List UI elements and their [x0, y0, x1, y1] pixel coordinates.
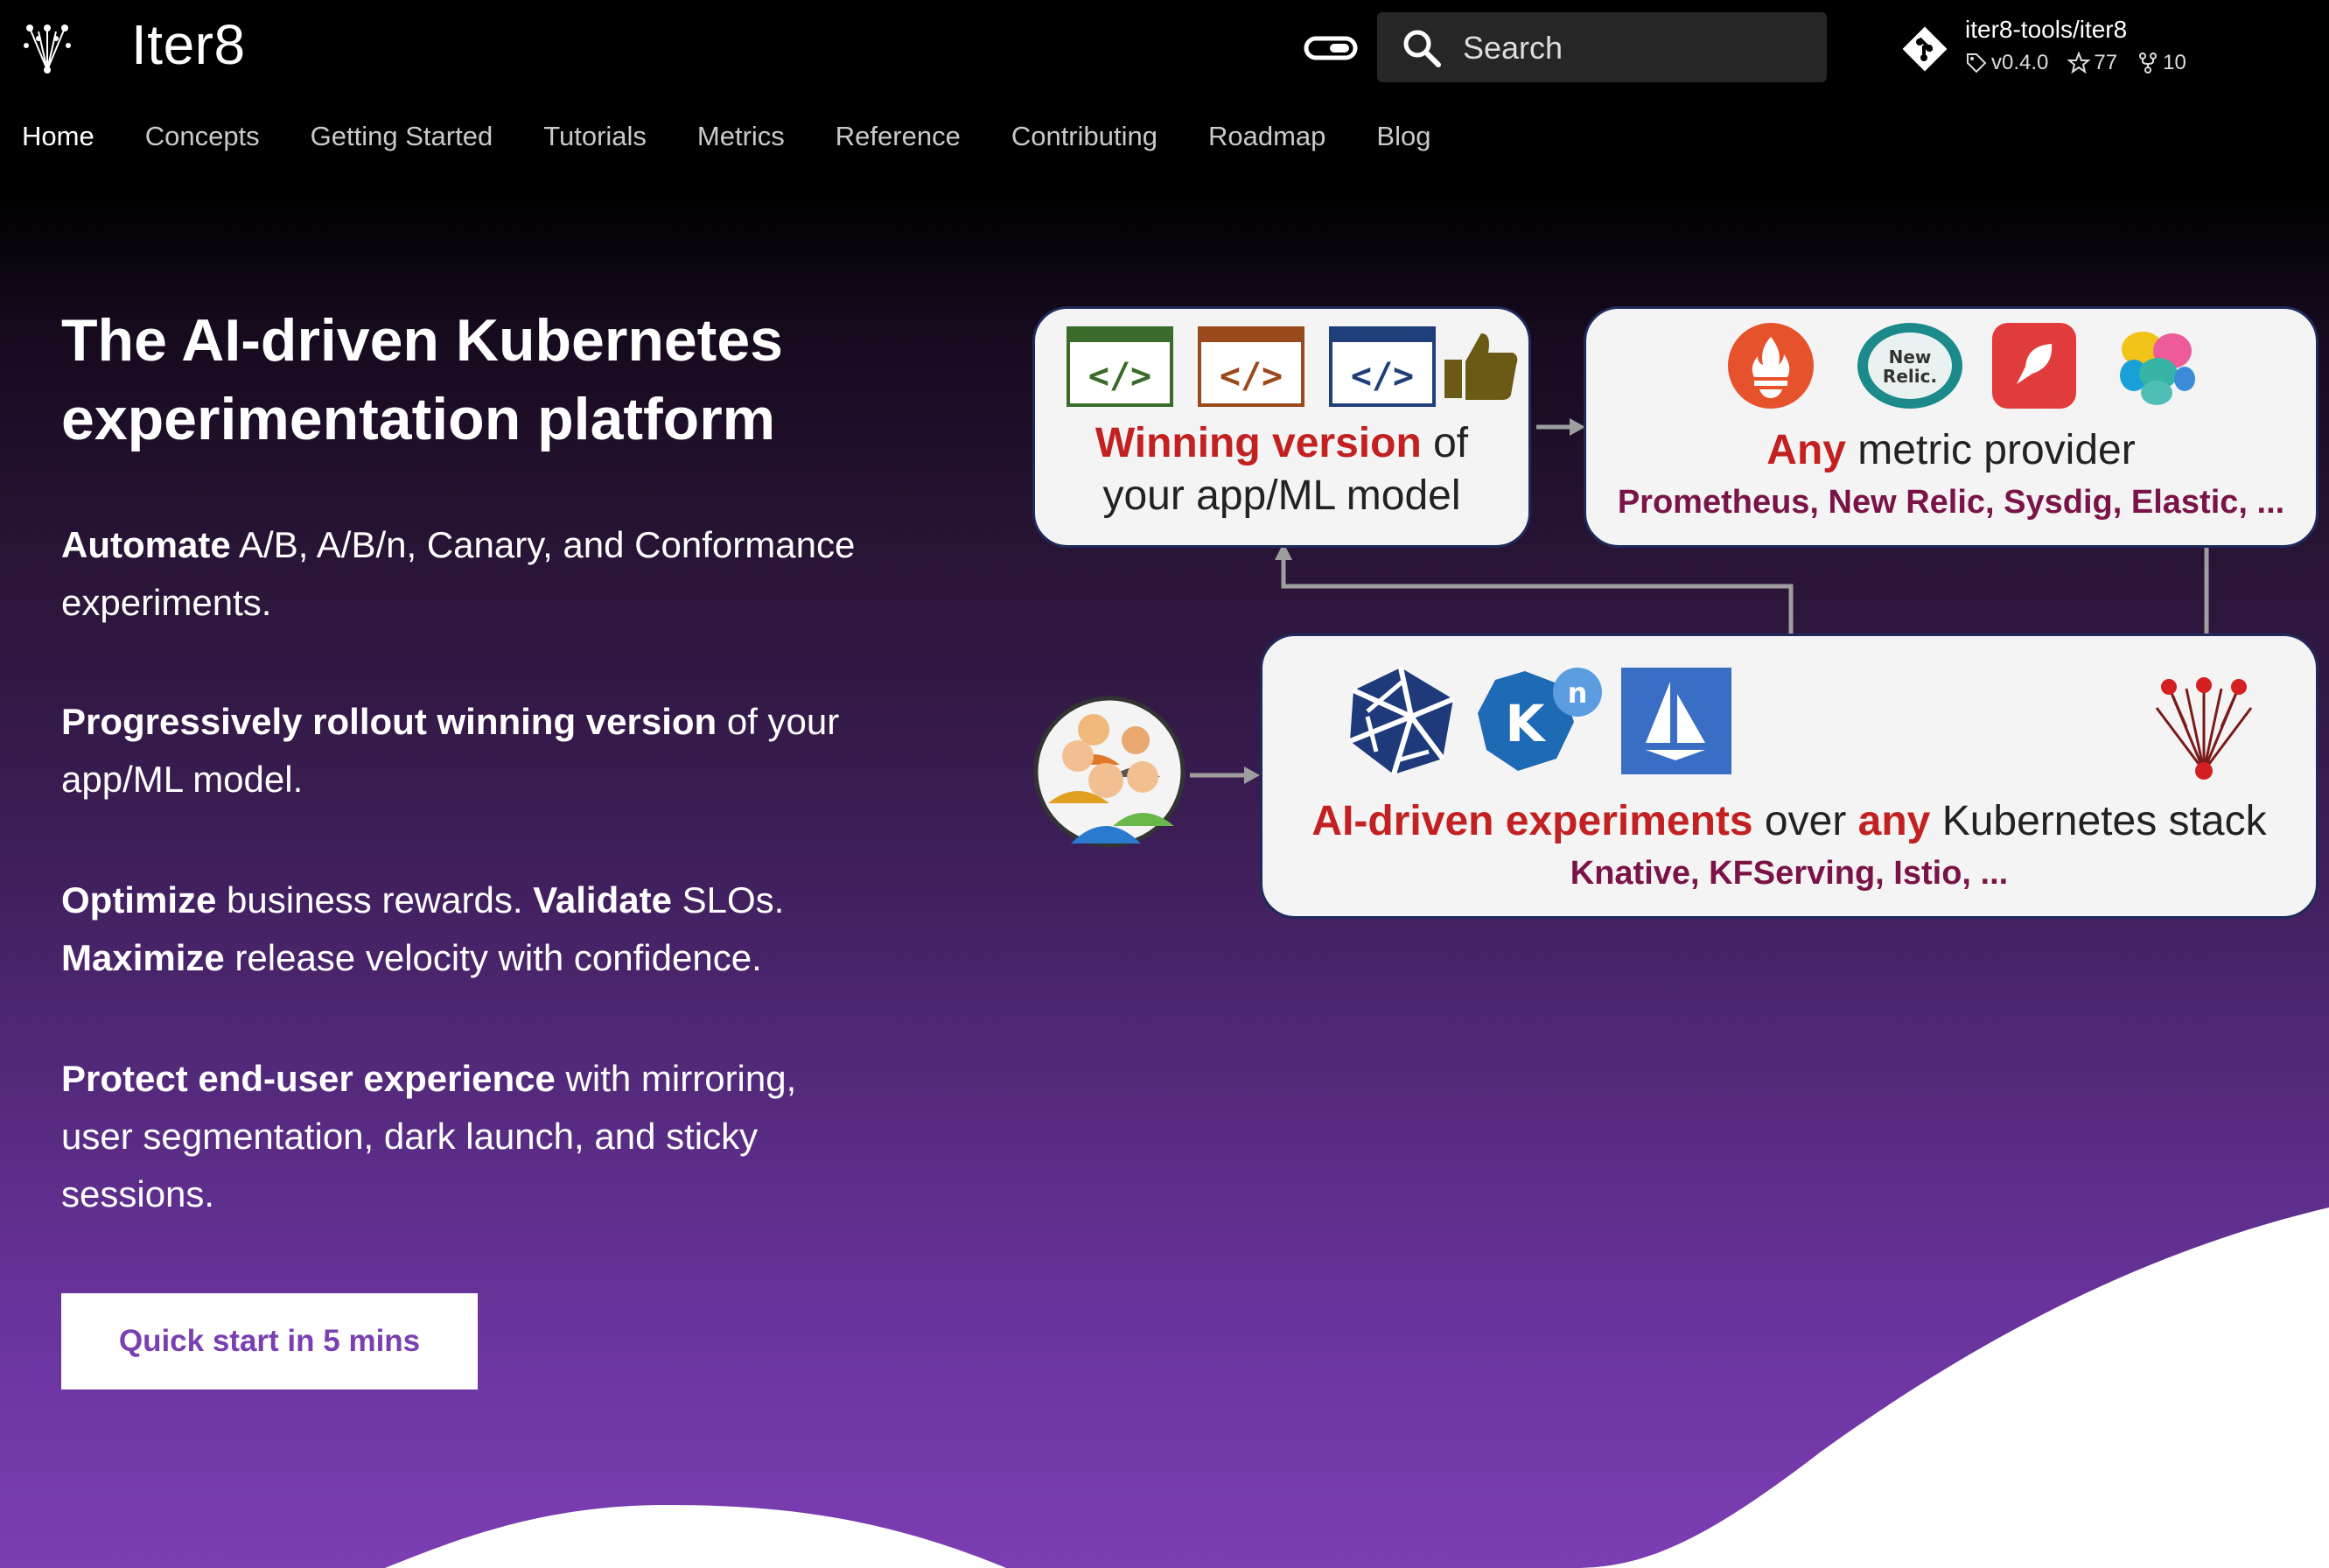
wave-decoration	[385, 1208, 2329, 1568]
new-relic-icon: New Relic.	[1857, 323, 1962, 409]
svg-text:</>: </>	[1351, 356, 1414, 396]
hero-title-line2: experimentation platform	[61, 386, 776, 452]
hero-title: The AI-driven Kubernetes experimentation…	[61, 301, 936, 458]
elastic-icon	[2120, 332, 2195, 405]
nav-blog[interactable]: Blog	[1376, 121, 1430, 161]
prometheus-icon	[1728, 323, 1814, 409]
nav-getting-started[interactable]: Getting Started	[311, 121, 493, 161]
feature-rollout-bold: Progressively rollout winning version	[61, 701, 717, 742]
top-header: Iter8 iter8-tools/iter8 v0.4.0 77	[0, 0, 2329, 192]
main-nav: Home Concepts Getting Started Tutorials …	[0, 121, 1430, 161]
new-relic-text: New	[1889, 346, 1932, 368]
istio-icon	[1621, 668, 1731, 774]
search-icon	[1403, 30, 1441, 67]
feature-optimize-bold1: Optimize	[61, 879, 217, 920]
users-group-icon	[1033, 696, 1185, 848]
feature-automate: Automate A/B, A/B/n, Canary, and Conform…	[61, 516, 901, 632]
knative-icon: K n	[1478, 668, 1602, 771]
repo-link[interactable]: iter8-tools/iter8 v0.4.0 77 10	[1900, 14, 2303, 84]
nav-contributing[interactable]: Contributing	[1011, 121, 1158, 161]
feature-optimize: Optimize business rewards. Validate SLOs…	[61, 872, 849, 987]
svg-text:</>: </>	[1220, 356, 1283, 396]
color-palette-toggle-icon[interactable]	[1304, 32, 1358, 65]
iter8-logo-icon[interactable]	[23, 19, 72, 75]
nav-concepts[interactable]: Concepts	[145, 121, 260, 161]
nav-roadmap[interactable]: Roadmap	[1208, 121, 1325, 161]
nav-reference[interactable]: Reference	[836, 121, 961, 161]
repo-forks-text: 10	[2163, 51, 2186, 74]
repo-stars: 77	[2067, 51, 2117, 75]
code-window-green-icon: </>	[1067, 326, 1173, 407]
feature-protect-bold: Protect end-user experience	[61, 1058, 556, 1099]
repo-version: v0.4.0	[1965, 51, 2048, 75]
tag-icon	[1967, 53, 1987, 74]
metric-rest-text: metric provider	[1845, 427, 2136, 473]
ai-rest-text: Kubernetes stack	[1930, 798, 2267, 844]
fork-icon	[2139, 52, 2158, 74]
sysdig-icon	[1992, 323, 2076, 409]
nav-tutorials[interactable]: Tutorials	[543, 121, 647, 161]
code-window-blue-icon: </>	[1329, 326, 1436, 407]
feature-optimize-text3: release velocity with confidence.	[224, 937, 762, 978]
metric-red-text: Any	[1766, 427, 1846, 473]
feature-automate-bold: Automate	[61, 524, 231, 565]
ai-red-text1: AI-driven experiments	[1311, 798, 1753, 844]
git-icon	[1902, 26, 1948, 72]
nav-home[interactable]: Home	[22, 121, 94, 161]
winning-line1: Winning version of	[1035, 419, 1528, 467]
feature-optimize-text1: business rewards.	[216, 879, 534, 920]
feature-protect: Protect end-user experience with mirrori…	[61, 1050, 831, 1223]
svg-text:</>: </>	[1088, 356, 1151, 396]
iter8-red-logo-icon	[2155, 677, 2253, 780]
knative-badge: n	[1568, 676, 1588, 710]
ai-line1: AI-driven experiments over any Kubernete…	[1262, 797, 2316, 845]
thumbs-up-icon	[1444, 333, 1518, 400]
feature-optimize-text2: SLOs.	[671, 879, 785, 920]
repo-stars-text: 77	[2094, 51, 2118, 74]
metric-provider-box: New Relic. Any metric provider Prometheu…	[1584, 306, 2319, 548]
feature-rollout: Progressively rollout winning version of…	[61, 693, 849, 808]
hero-section: The AI-driven Kubernetes experimentation…	[0, 192, 2329, 1568]
winning-rest-text: of	[1421, 420, 1469, 466]
metric-line1: Any metric provider	[1586, 426, 2316, 474]
hero-title-line1: The AI-driven Kubernetes	[61, 307, 783, 374]
svg-text:Relic.: Relic.	[1883, 366, 1937, 387]
ai-mid-text: over	[1752, 798, 1858, 844]
search-box[interactable]	[1377, 12, 1827, 82]
metric-providers: Prometheus, New Relic, Sysdig, Elastic, …	[1617, 484, 2285, 521]
code-window-brown-icon: </>	[1198, 326, 1304, 407]
feature-optimize-bold3: Maximize	[61, 937, 225, 978]
repo-forks: 10	[2137, 51, 2186, 75]
repo-facts: v0.4.0 77 10	[1965, 51, 2186, 75]
winning-version-box: </> </> </> Winning version of your app/…	[1032, 306, 1531, 548]
kfserving-icon	[1348, 667, 1455, 775]
repo-name: iter8-tools/iter8	[1965, 16, 2128, 43]
winning-line2: your app/ML model	[1102, 472, 1461, 519]
architecture-diagram: </> </> </> Winning version of your app/…	[1032, 306, 2329, 936]
winning-red-text: Winning version	[1095, 420, 1422, 466]
feature-optimize-bold2: Validate	[533, 879, 672, 920]
search-input[interactable]	[1461, 21, 1815, 75]
repo-version-text: v0.4.0	[1991, 51, 2049, 74]
brand-name[interactable]: Iter8	[131, 12, 246, 77]
nav-metrics[interactable]: Metrics	[697, 121, 785, 161]
knative-letter: K	[1506, 694, 1547, 753]
ai-stacks: Knative, KFServing, Istio, ...	[1570, 855, 2009, 892]
ai-experiments-box: K n AI-driven experiments over any Kuber…	[1260, 634, 2319, 919]
ai-red-text2: any	[1857, 798, 1931, 844]
star-icon	[2067, 52, 2091, 74]
